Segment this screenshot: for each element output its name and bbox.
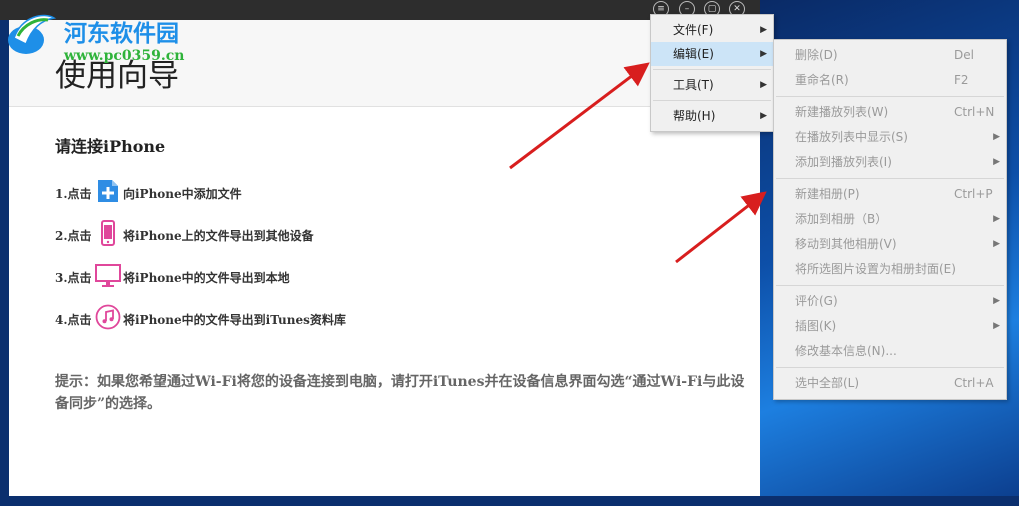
chevron-right-icon: ▶	[760, 111, 767, 121]
chevron-right-icon: ▶	[993, 239, 1000, 249]
menu-item-file[interactable]: 文件(F) ▶	[651, 18, 773, 42]
chevron-right-icon: ▶	[760, 49, 767, 59]
menu-item-label: 帮助(H)	[673, 109, 716, 123]
submenu-item-new-album[interactable]: 新建相册(P) Ctrl+P	[774, 182, 1006, 207]
submenu-item-delete[interactable]: 删除(D) Del	[774, 43, 1006, 68]
step-description: 将iPhone中的文件导出到本地	[123, 271, 290, 285]
menu-item-label: 工具(T)	[673, 78, 714, 92]
app-window: 使用向导 请连接iPhone 1.点击 向iPhone中添加文件 2.点击 将i…	[9, 20, 760, 496]
step-prefix: 2.点击	[55, 229, 92, 243]
step-prefix: 3.点击	[55, 271, 92, 285]
submenu-item-add-to-playlist[interactable]: 添加到播放列表(I) ▶	[774, 150, 1006, 175]
watermark-logo	[8, 14, 57, 54]
menu-separator	[653, 69, 771, 70]
shortcut-label: Ctrl+N	[954, 105, 995, 119]
menu-item-help[interactable]: 帮助(H) ▶	[651, 104, 773, 128]
submenu-item-label: 删除(D)	[795, 48, 838, 62]
menu-separator	[776, 178, 1004, 179]
submenu-item-label: 添加到相册（B）	[795, 212, 888, 226]
submenu-item-artwork[interactable]: 插图(K) ▶	[774, 314, 1006, 339]
shortcut-label: F2	[954, 73, 969, 87]
chevron-right-icon: ▶	[993, 132, 1000, 142]
step-prefix: 4.点击	[55, 313, 92, 327]
submenu-item-label: 在播放列表中显示(S)	[795, 130, 908, 144]
chevron-right-icon: ▶	[993, 214, 1000, 224]
submenu-item-label: 选中全部(L)	[795, 376, 860, 390]
shortcut-label: Ctrl+P	[954, 187, 993, 201]
menu-item-label: 编辑(E)	[673, 47, 714, 61]
shortcut-label: Del	[954, 48, 974, 62]
menu-separator	[653, 100, 771, 101]
submenu-item-label: 插图(K)	[795, 319, 837, 333]
step-prefix: 1.点击	[55, 187, 92, 201]
submenu-item-label: 新建相册(P)	[795, 187, 860, 201]
watermark-url: www.pc0359.cn	[64, 48, 185, 64]
submenu-item-rating[interactable]: 评价(G) ▶	[774, 289, 1006, 314]
submenu-item-edit-info[interactable]: 修改基本信息(N)...	[774, 339, 1006, 364]
shortcut-label: Ctrl+A	[954, 376, 994, 390]
step-description: 将iPhone中的文件导出到iTunes资料库	[123, 313, 346, 327]
submenu-item-select-all[interactable]: 选中全部(L) Ctrl+A	[774, 371, 1006, 396]
music-note-icon[interactable]	[95, 304, 121, 330]
submenu-item-label: 添加到播放列表(I)	[795, 155, 892, 169]
submenu-item-new-playlist[interactable]: 新建播放列表(W) Ctrl+N	[774, 100, 1006, 125]
phone-icon[interactable]	[95, 220, 121, 246]
menu-item-tools[interactable]: 工具(T) ▶	[651, 73, 773, 97]
submenu-item-rename[interactable]: 重命名(R) F2	[774, 68, 1006, 93]
step-description: 将iPhone上的文件导出到其他设备	[123, 229, 314, 243]
submenu-item-label: 移动到其他相册(V)	[795, 237, 897, 251]
watermark-site-name: 河东软件园	[64, 20, 179, 47]
edit-submenu: 删除(D) Del 重命名(R) F2 新建播放列表(W) Ctrl+N 在播放列表中…	[773, 39, 1007, 400]
submenu-item-add-to-album[interactable]: 添加到相册（B） ▶	[774, 207, 1006, 232]
menu-separator	[776, 96, 1004, 97]
submenu-item-label: 修改基本信息(N)...	[795, 344, 897, 358]
submenu-item-show-in-playlist[interactable]: 在播放列表中显示(S) ▶	[774, 125, 1006, 150]
menu-item-edit[interactable]: 编辑(E) ▶	[651, 42, 773, 66]
chevron-right-icon: ▶	[760, 25, 767, 35]
connect-heading: 请连接iPhone	[55, 137, 166, 156]
submenu-item-set-album-cover[interactable]: 将所选图片设置为相册封面(E)	[774, 257, 1006, 282]
submenu-item-label: 新建播放列表(W)	[795, 105, 889, 119]
chevron-right-icon: ▶	[993, 157, 1000, 167]
monitor-icon[interactable]	[95, 262, 121, 288]
menu-separator	[776, 367, 1004, 368]
menu-separator	[776, 285, 1004, 286]
step-description: 向iPhone中添加文件	[123, 187, 242, 201]
submenu-item-label: 将所选图片设置为相册封面(E)	[795, 262, 956, 276]
add-plus-icon[interactable]	[95, 178, 121, 204]
chevron-right-icon: ▶	[993, 296, 1000, 306]
submenu-item-label: 重命名(R)	[795, 73, 849, 87]
submenu-item-move-to-album[interactable]: 移动到其他相册(V) ▶	[774, 232, 1006, 257]
menu-item-label: 文件(F)	[673, 23, 714, 37]
chevron-right-icon: ▶	[993, 321, 1000, 331]
submenu-item-label: 评价(G)	[795, 294, 838, 308]
chevron-right-icon: ▶	[760, 80, 767, 90]
main-menu: 文件(F) ▶ 编辑(E) ▶ 工具(T) ▶ 帮助(H) ▶	[650, 14, 774, 132]
wifi-tip: 提示：如果您希望通过Wi-Fi将您的设备连接到电脑，请打开iTunes并在设备信…	[55, 374, 745, 412]
